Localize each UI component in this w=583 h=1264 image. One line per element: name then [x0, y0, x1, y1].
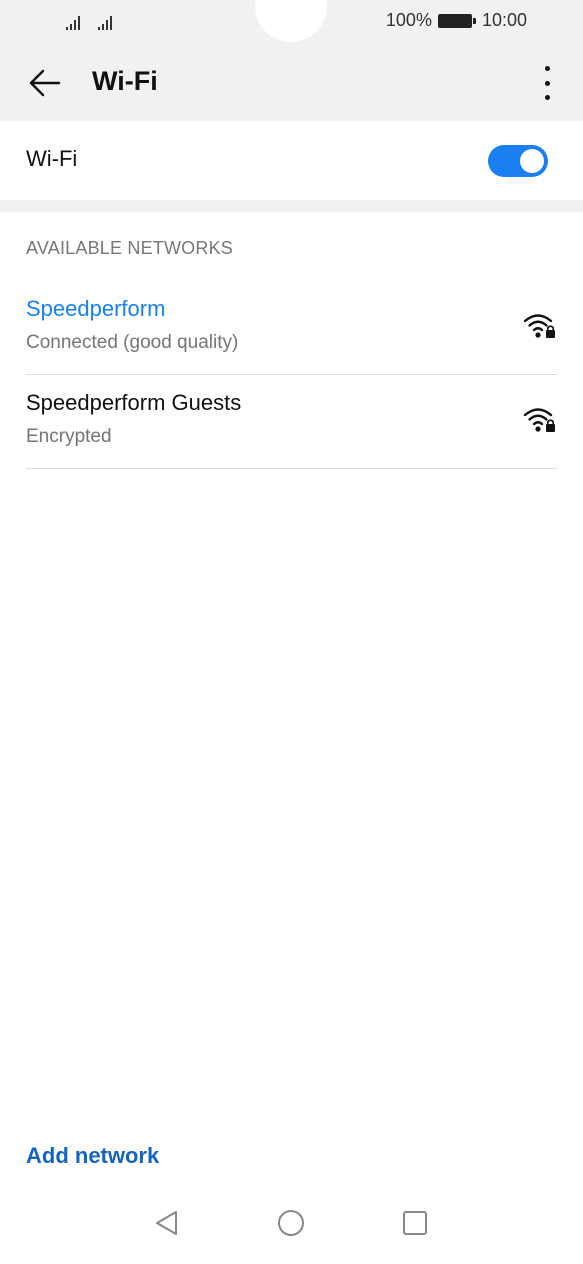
system-nav-bar [0, 1190, 583, 1264]
wifi-settings-screen: 100% 10:00 Wi-Fi Wi-Fi AVAILABLE NETWORK… [0, 0, 583, 1264]
top-bar: 100% 10:00 Wi-Fi [0, 0, 583, 121]
battery-icon [437, 13, 476, 28]
status-right: 100% 10:00 [386, 10, 527, 31]
available-networks-header: AVAILABLE NETWORKS [26, 238, 233, 258]
back-triangle-icon[interactable] [152, 1208, 182, 1238]
clock: 10:00 [481, 10, 527, 30]
network-name: Speedperform [26, 296, 166, 321]
section-divider [0, 200, 583, 212]
toggle-knob [520, 149, 544, 173]
recents-square-icon[interactable] [400, 1208, 430, 1238]
signal-strength-icon-sim2 [98, 10, 112, 30]
network-item-speedperform[interactable]: Speedperform Connected (good quality) [26, 280, 557, 375]
add-network-button[interactable]: Add network [26, 1143, 159, 1169]
network-name: Speedperform Guests [26, 390, 242, 415]
back-arrow-icon[interactable] [28, 66, 62, 100]
camera-notch [255, 0, 327, 42]
battery-percent: 100% [385, 10, 432, 30]
signal-strength-icon [66, 10, 80, 30]
network-item-speedperform-guests[interactable]: Speedperform Guests Encrypted [26, 374, 557, 469]
network-status: Connected (good quality) [26, 332, 239, 353]
wifi-toggle-label: Wi-Fi [26, 146, 78, 171]
wifi-toggle-switch[interactable] [488, 145, 548, 177]
wifi-locked-icon [523, 408, 555, 432]
network-status: Encrypted [26, 426, 112, 447]
wifi-locked-icon [523, 314, 555, 338]
more-options-icon[interactable] [537, 66, 557, 100]
page-title: Wi-Fi [92, 66, 158, 96]
home-circle-icon[interactable] [276, 1208, 306, 1238]
